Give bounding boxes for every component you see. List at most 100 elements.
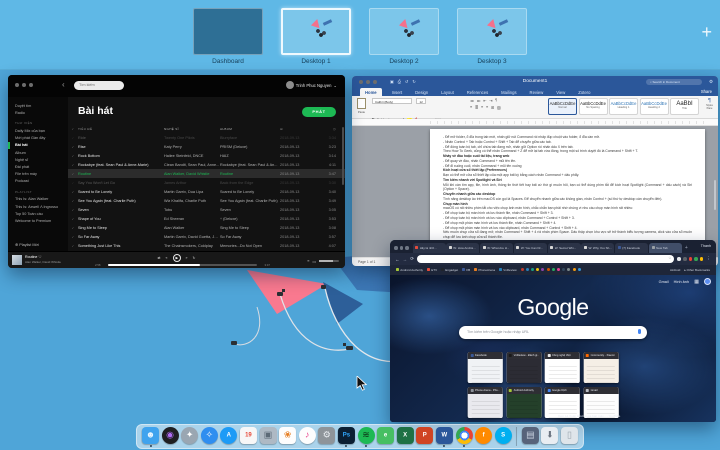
sidebar-playlist-item[interactable]: This Is: Alan Walker: [8, 196, 68, 203]
extension-icon[interactable]: [700, 257, 704, 261]
other-bookmarks-folder[interactable]: ▸ Other Bookmarks: [684, 268, 710, 272]
song-title[interactable]: Something Just Like This: [78, 244, 164, 248]
browser-tab[interactable]: W: What Are H...: [480, 243, 513, 254]
scrollbar[interactable]: [714, 180, 717, 210]
bookmark-item[interactable]: PhoneArena: [474, 268, 495, 272]
sidebar-item[interactable]: Mới phát Gần đây: [8, 135, 68, 142]
stack-apps[interactable]: ▤: [522, 427, 539, 446]
forward-icon[interactable]: →: [403, 257, 408, 262]
apps-grid-icon[interactable]: ▦: [694, 279, 699, 285]
song-title[interactable]: Rock Bottom: [78, 154, 164, 158]
bookmark-favicon[interactable]: [552, 268, 555, 271]
system-preferences[interactable]: ⚙: [318, 427, 335, 446]
ribbon-tab[interactable]: Layout: [438, 89, 457, 96]
song-title[interactable]: Sing Me to Sleep: [78, 226, 164, 230]
chrome-window[interactable]: Đây là nhữ... W: How Androi... W: What A…: [390, 240, 716, 422]
space-thumbnail[interactable]: [457, 8, 527, 55]
song-album[interactable]: Blurryface: [220, 136, 280, 140]
paragraph-icon[interactable]: ≕: [477, 98, 481, 103]
photoshop[interactable]: Ps: [338, 427, 355, 446]
alignment-icon[interactable]: ≡: [470, 105, 472, 110]
space-desktop-1[interactable]: Desktop 1: [281, 8, 351, 65]
ribbon-tab[interactable]: Zotero: [575, 89, 593, 96]
song-row[interactable]: ✓ Scared to Be Lonely Martin Garrix, Dua…: [68, 187, 345, 196]
song-row[interactable]: ✓ Rockabye (feat. Sean Paul & Anne-Marie…: [68, 160, 345, 169]
space-thumbnail[interactable]: [281, 8, 351, 55]
browser-tab[interactable]: (7) Facebook: [615, 243, 648, 254]
sidebar-playlist-item[interactable]: Welcome to Premium: [8, 217, 68, 224]
song-row[interactable]: ✓ Ride Twenty One Pilots Blurryface 2018…: [68, 133, 345, 142]
song-artist[interactable]: Twenty One Pilots: [164, 136, 220, 140]
evernote[interactable]: e: [377, 427, 394, 446]
bookmark-favicon[interactable]: [526, 268, 529, 271]
word[interactable]: W: [436, 427, 453, 446]
app-store[interactable]: A: [220, 427, 237, 446]
sidebar-item[interactable]: Daily Mix của bạn: [8, 127, 68, 134]
song-artist[interactable]: Clean Bandit, Sean Paul, Anne...: [164, 163, 220, 167]
shortcut-tile[interactable]: Facebook: [468, 352, 503, 383]
siri[interactable]: ◉: [162, 427, 179, 446]
song-album[interactable]: Rockabye (feat. Sean Paul & An...: [220, 163, 280, 167]
bookmark-favicon[interactable]: [567, 268, 570, 271]
queue-icon[interactable]: ≡: [307, 259, 309, 263]
share-button[interactable]: Share: [701, 89, 712, 94]
song-album[interactable]: So Far Away: [220, 235, 280, 239]
ribbon-tab[interactable]: Insert: [389, 89, 405, 96]
ribbon-tab[interactable]: View: [553, 89, 568, 96]
style-chip[interactable]: AaBbCcDdEe Heading 1: [609, 98, 638, 115]
calendar-icon[interactable]: ⊞: [280, 127, 320, 131]
bookmark-favicon[interactable]: [562, 268, 565, 271]
browser-tab[interactable]: W: How Androi...: [446, 243, 479, 254]
space-thumbnail[interactable]: [369, 8, 439, 55]
menu-icon[interactable]: ⋮: [706, 256, 711, 262]
alignment-icon[interactable]: ⊞: [491, 105, 494, 110]
ribbon-tab[interactable]: Review: [527, 89, 547, 96]
safari[interactable]: ✧: [201, 427, 218, 446]
song-title[interactable]: Ride: [78, 136, 164, 140]
bookmark-item[interactable]: ETV: [427, 268, 437, 272]
font-name-select[interactable]: Calibri (Body): [372, 98, 412, 104]
progress-bar[interactable]: [108, 264, 257, 266]
song-album[interactable]: PRISM (Deluxe): [220, 145, 280, 149]
spotify-window[interactable]: ‹ Tìm kiếm Trinh Phuc Nguyen ⌄ Duyệt tìm…: [8, 75, 345, 268]
volume-slider[interactable]: [319, 260, 339, 262]
sidebar-playlist-item[interactable]: This Is: Axwell Λ Ingrosso: [8, 203, 68, 210]
sidebar-item[interactable]: Radio: [8, 109, 68, 116]
calendar[interactable]: 19: [240, 427, 257, 446]
column-album[interactable]: ALBUM: [220, 127, 280, 131]
style-chip[interactable]: AaBbCcDdEe Normal: [548, 98, 577, 115]
shortcut-tile[interactable]: Phone Arena - Pho...: [468, 387, 503, 418]
ribbon-tab[interactable]: Mailings: [498, 89, 519, 96]
repeat-icon[interactable]: ↻: [193, 256, 196, 260]
song-row[interactable]: ✓ Rock Bottom Hailee Steinfeld, DNCE HAI…: [68, 151, 345, 160]
song-row[interactable]: ✓ Routine Alan Walker, David Whistle Rou…: [68, 169, 345, 178]
song-artist[interactable]: Hailee Steinfeld, DNCE: [164, 154, 220, 158]
song-artist[interactable]: Martin Garrix, Dua Lipa: [164, 190, 220, 194]
bookmark-item[interactable]: FB: [462, 268, 470, 272]
bookmark-item[interactable]: Engadget: [441, 268, 458, 272]
browser-tab[interactable]: W: You Can Dr...: [514, 243, 547, 254]
song-title[interactable]: So Far Away: [78, 235, 164, 239]
song-title[interactable]: Scared to Be Lonely: [78, 190, 164, 194]
page-link[interactable]: Gmail: [659, 280, 669, 284]
previous-icon[interactable]: «: [166, 256, 168, 260]
bookmark-item[interactable]: VnReview: [499, 268, 517, 272]
bookmark-star-icon[interactable]: ☆: [668, 256, 671, 260]
song-album[interactable]: Sing Me to Sleep: [220, 226, 280, 230]
song-artist[interactable]: Tobu: [164, 208, 220, 212]
shortcut-tile[interactable]: Gmail: [583, 387, 618, 418]
word-window[interactable]: ▣⎙↺↻ Document1 ⌕ Search in Document ⚙ Ho…: [352, 76, 718, 266]
song-row[interactable]: ✓ So Far Away Martin Garrix, David Guett…: [68, 232, 345, 241]
bookmark-favicon[interactable]: [521, 268, 524, 271]
sidebar-item[interactable]: Album: [8, 149, 68, 156]
browser-tab[interactable]: W: Why You Sh...: [581, 243, 614, 254]
reload-icon[interactable]: ⟳: [410, 256, 414, 262]
song-row[interactable]: ✓ Rise Katy Perry PRISM (Deluxe) 2018-09…: [68, 142, 345, 151]
song-album[interactable]: Routine: [220, 172, 280, 176]
song-row[interactable]: ✓ Say You Won't Let Go James Arthur Back…: [68, 178, 345, 187]
song-row[interactable]: ✓ Something Just Like This The Chainsmok…: [68, 241, 345, 250]
sidebar-playlist-item[interactable]: Top 50 Toàn cầu: [8, 210, 68, 217]
ribbon-tab[interactable]: Design: [412, 89, 431, 96]
song-album[interactable]: HAIZ: [220, 154, 280, 158]
address-bar[interactable]: ☆: [417, 255, 674, 263]
